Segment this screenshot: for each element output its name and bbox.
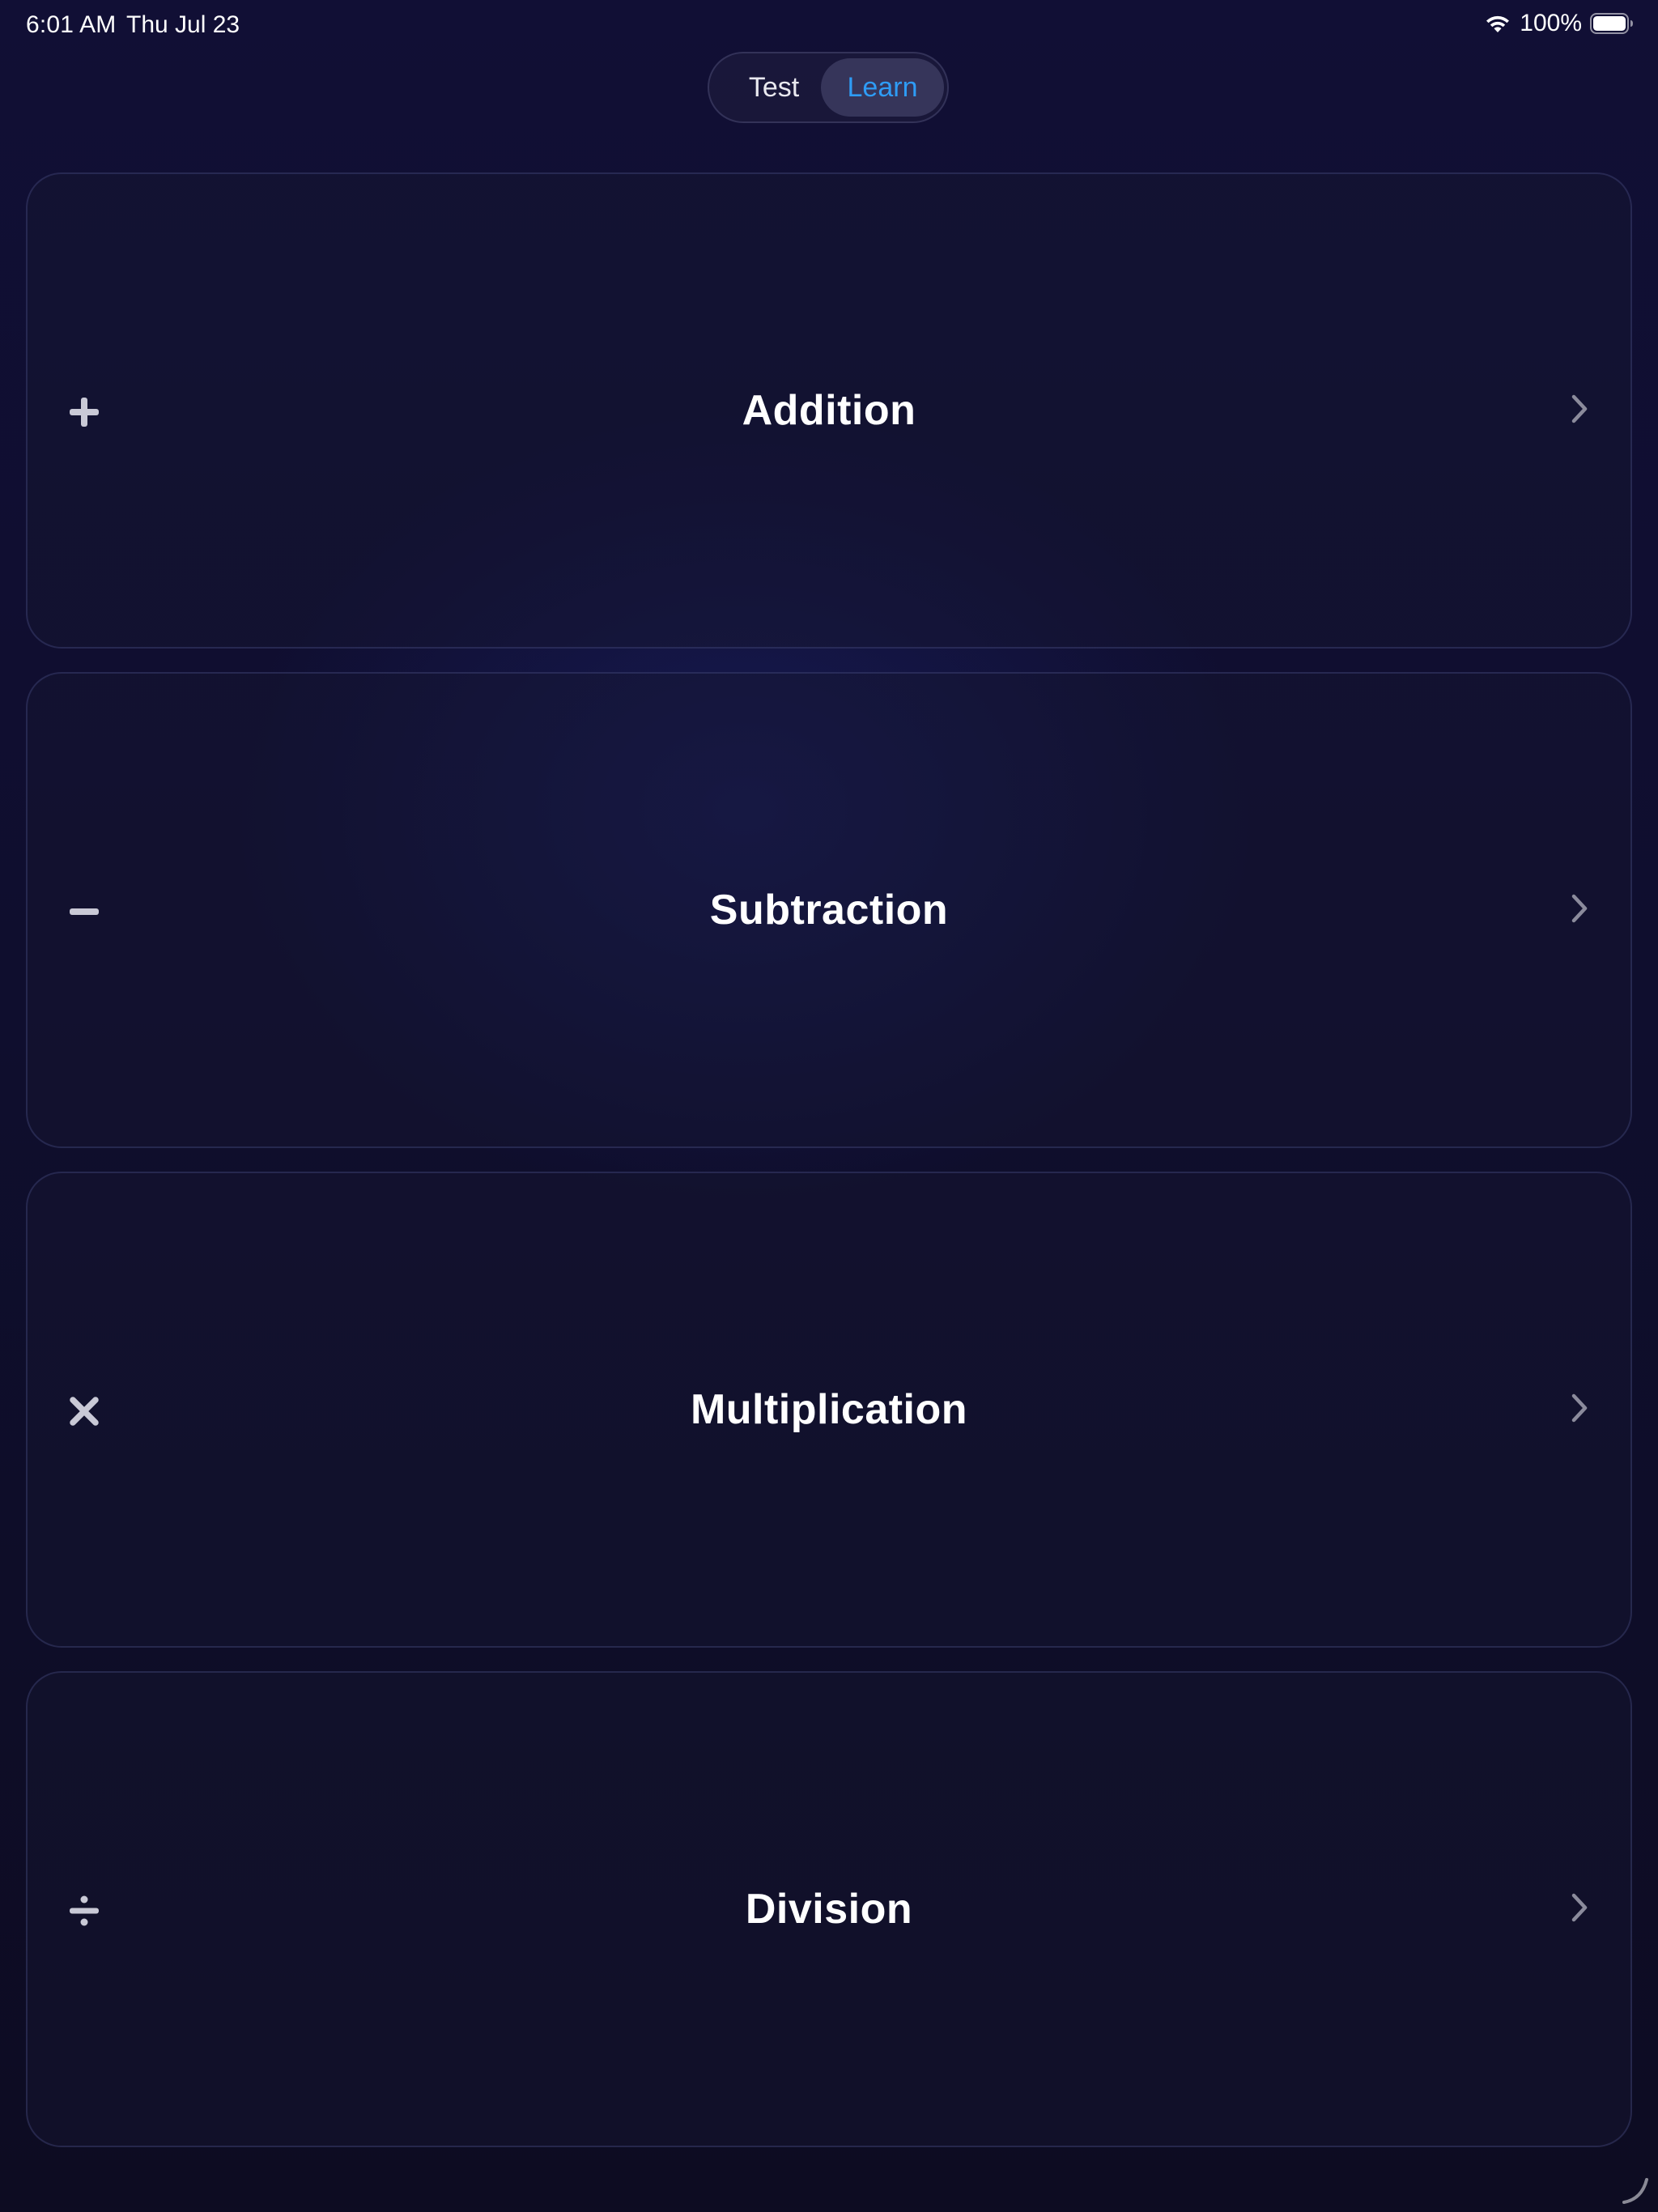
status-indicators: 100% xyxy=(1484,10,1634,37)
chevron-right-icon xyxy=(1569,1891,1592,1924)
division-card[interactable]: Division xyxy=(26,1671,1632,2147)
status-bar: 6:01 AM Thu Jul 23 100% xyxy=(0,0,1658,52)
division-title: Division xyxy=(745,1886,913,1933)
chevron-right-icon xyxy=(1569,1392,1592,1424)
subtraction-card[interactable]: Subtraction xyxy=(26,672,1632,1148)
chevron-right-icon xyxy=(1569,393,1592,425)
battery-icon xyxy=(1590,13,1634,34)
multiplication-title: Multiplication xyxy=(690,1386,968,1433)
multiplication-card[interactable]: Multiplication xyxy=(26,1172,1632,1648)
mode-segmented-control: Test Learn xyxy=(708,52,949,123)
battery-percentage: 100% xyxy=(1520,10,1582,36)
segment-learn[interactable]: Learn xyxy=(821,58,944,117)
segment-test[interactable]: Test xyxy=(725,58,823,117)
status-time: 6:01 AM xyxy=(26,11,117,38)
wifi-icon xyxy=(1484,13,1511,34)
addition-card[interactable]: Addition xyxy=(26,172,1632,649)
addition-title: Addition xyxy=(742,387,916,434)
status-date: Thu Jul 23 xyxy=(126,11,240,38)
resize-corner-icon[interactable] xyxy=(1618,2172,1653,2207)
subtraction-title: Subtraction xyxy=(709,887,949,934)
chevron-right-icon xyxy=(1569,892,1592,925)
